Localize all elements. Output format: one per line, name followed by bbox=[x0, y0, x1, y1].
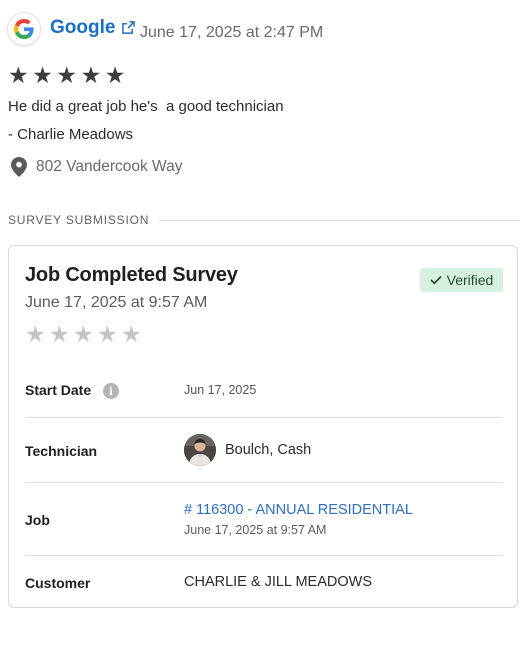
review-author: - Charlie Meadows bbox=[8, 126, 134, 143]
verified-badge: Verified bbox=[420, 268, 503, 292]
check-icon bbox=[430, 275, 442, 285]
review-address: 802 Vandercook Way bbox=[36, 158, 183, 175]
row-divider bbox=[25, 417, 503, 418]
start-date-label: Start Date bbox=[25, 382, 92, 398]
star-icon: ★ bbox=[56, 62, 77, 88]
info-icon[interactable]: i bbox=[103, 383, 119, 399]
star-icon: ★ bbox=[8, 62, 29, 88]
job-date: June 17, 2025 at 9:57 AM bbox=[184, 523, 327, 537]
external-link-icon[interactable] bbox=[122, 21, 135, 34]
job-link[interactable]: # 116300 - ANNUAL RESIDENTIAL bbox=[184, 502, 413, 518]
customer-name: CHARLIE & JILL MEADOWS bbox=[184, 574, 373, 590]
star-icon: ★ bbox=[49, 321, 70, 347]
google-logo-icon bbox=[8, 13, 40, 45]
star-icon: ★ bbox=[32, 62, 53, 88]
star-icon: ★ bbox=[121, 321, 142, 347]
map-pin-icon bbox=[11, 157, 27, 177]
survey-date: June 17, 2025 at 9:57 AM bbox=[25, 294, 208, 311]
star-icon: ★ bbox=[104, 62, 126, 88]
review-text: He did a great job he's a good technicia… bbox=[8, 98, 284, 115]
start-date-value: Jun 17, 2025 bbox=[184, 383, 257, 397]
review-date: June 17, 2025 at 2:47 PM bbox=[140, 24, 324, 41]
survey-title: Job Completed Survey bbox=[25, 264, 238, 286]
section-heading: SURVEY SUBMISSION bbox=[8, 213, 150, 227]
technician-label: Technician bbox=[25, 443, 98, 459]
technician-avatar bbox=[184, 434, 216, 466]
customer-label: Customer bbox=[25, 575, 91, 591]
star-icon: ★ bbox=[73, 321, 94, 347]
section-divider bbox=[159, 220, 520, 221]
row-divider bbox=[25, 555, 503, 556]
job-label: Job bbox=[25, 512, 50, 528]
technician-name: Boulch, Cash bbox=[225, 442, 312, 458]
google-source-link[interactable]: Google bbox=[50, 17, 115, 39]
verified-label: Verified bbox=[446, 272, 494, 288]
survey-star-rating: ★ ★ ★ ★ ★ bbox=[25, 323, 145, 346]
review-star-rating: ★ ★ ★ ★ ★ bbox=[8, 64, 129, 87]
star-icon: ★ bbox=[97, 321, 118, 347]
row-divider bbox=[25, 482, 503, 483]
star-icon: ★ bbox=[80, 62, 102, 88]
star-icon: ★ bbox=[25, 321, 46, 347]
